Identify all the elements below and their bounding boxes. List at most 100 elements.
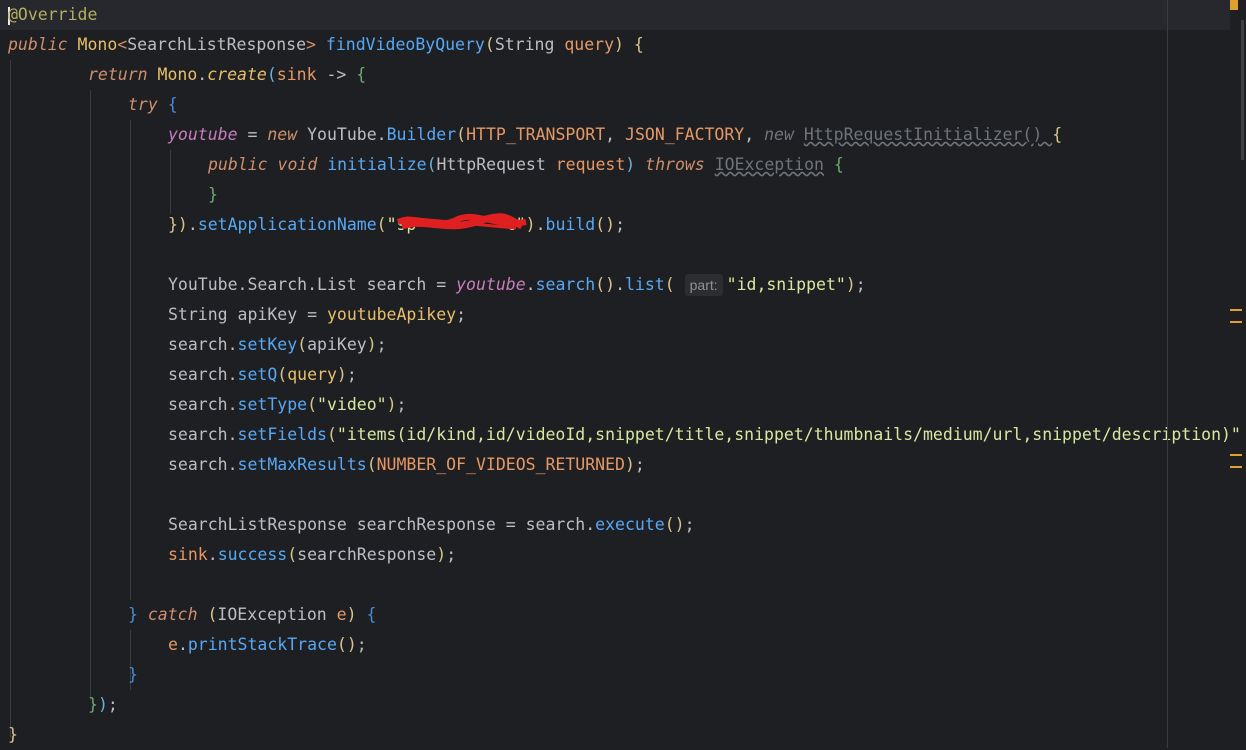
code-token: search. [168, 395, 238, 414]
code-line[interactable]: public Mono<SearchListResponse> findVide… [0, 30, 1230, 60]
code-token: search. [168, 425, 238, 444]
code-line[interactable]: }); [0, 690, 1230, 720]
code-token: setKey [237, 335, 298, 354]
code-token: { [633, 35, 644, 54]
code-token: } [128, 665, 138, 684]
code-token: ( [376, 215, 387, 234]
code-line[interactable]: e.printStackTrace(); [0, 630, 1230, 660]
code-token: searchResponse [297, 545, 437, 564]
code-token: ) [346, 605, 357, 624]
code-line[interactable]: } [0, 660, 1230, 690]
error-stripe-marker[interactable] [1230, 454, 1242, 456]
code-token: "video" [317, 395, 387, 414]
code-token: ( [307, 395, 318, 414]
code-token: } [128, 605, 138, 624]
code-token: ) [386, 395, 397, 414]
code-token: HttpRequest [436, 155, 556, 174]
code-line[interactable]: search.setType("video"); [0, 390, 1230, 420]
code-line[interactable] [0, 240, 1230, 270]
code-line[interactable]: return Mono.create(sink -> { [0, 60, 1230, 90]
code-editor[interactable]: @Override public Mono<SearchListResponse>… [0, 0, 1246, 748]
code-line[interactable]: @Override [0, 0, 1230, 30]
code-line[interactable]: search.setMaxResults(NUMBER_OF_VIDEOS_RE… [0, 450, 1230, 480]
code-line[interactable]: } [0, 180, 1230, 210]
code-token: ; [855, 275, 866, 294]
code-token: { [366, 605, 377, 624]
code-line[interactable]: search.setFields("items(id/kind,id/video… [0, 420, 1241, 450]
code-token: () [664, 515, 685, 534]
code-line[interactable]: } catch (IOException e) { [0, 600, 1230, 630]
code-line[interactable]: public void initialize(HttpRequest reque… [0, 150, 1230, 180]
code-line[interactable]: YouTube.Search.List search = youtube.sea… [0, 270, 1230, 300]
code-token: ( [207, 605, 218, 624]
code-token: request [555, 155, 626, 174]
code-token: ) [366, 335, 377, 354]
code-token: . [615, 275, 625, 294]
code-token: search. [168, 335, 238, 354]
code-token: SearchListResponse [127, 35, 307, 54]
code-token: query [564, 35, 615, 54]
code-line[interactable] [0, 480, 1230, 510]
code-line[interactable]: } [0, 720, 1230, 750]
error-stripe-marker[interactable] [1230, 466, 1242, 468]
code-token: Builder [386, 125, 457, 144]
code-token: public [8, 35, 78, 54]
code-token: "items(id/kind,id/videoId,snippet/title,… [336, 425, 1241, 444]
code-token: ( [266, 65, 277, 84]
code-line[interactable]: SearchListResponse searchResponse = sear… [0, 510, 1230, 540]
right-margin-guide [1167, 0, 1168, 748]
code-line[interactable]: sink.success(searchResponse); [0, 540, 1230, 570]
code-line[interactable] [0, 570, 1230, 600]
code-token: JSON_FACTORY [625, 125, 745, 144]
code-token: . [187, 215, 198, 234]
error-stripe-marker[interactable] [1230, 309, 1242, 311]
code-token: SearchListResponse searchResponse = sear… [168, 515, 596, 534]
code-token: try [128, 95, 168, 114]
code-token: sink [168, 545, 208, 564]
code-token: { [833, 155, 844, 174]
code-token: setApplicationName [197, 215, 377, 234]
code-line[interactable]: search.setQ(query); [0, 360, 1230, 390]
code-token: } [208, 185, 218, 204]
code-line[interactable]: try { [0, 90, 1230, 120]
code-line[interactable]: search.setKey(apiKey); [0, 330, 1230, 360]
code-token: IOException [714, 155, 824, 174]
inspection-status-icon[interactable] [1230, 0, 1238, 10]
code-token: execute [595, 515, 665, 534]
code-token: HTTP_TRANSPORT [466, 125, 606, 144]
code-token: String [494, 35, 565, 54]
code-token: Mono [157, 65, 198, 84]
scrollbar-thumb[interactable] [1241, 20, 1244, 160]
code-token: public void [208, 155, 328, 174]
code-token: , [744, 125, 765, 144]
code-line[interactable]: }).setApplicationName("sp t").build(); [0, 210, 1230, 240]
code-token: setMaxResults [237, 455, 367, 474]
code-token: youtube [168, 125, 238, 144]
code-token: ( [664, 275, 685, 294]
code-token: e [336, 605, 347, 624]
code-token: e [168, 635, 178, 654]
code-line[interactable]: String apiKey = youtubeApikey; [0, 300, 1230, 330]
code-token: { [167, 95, 178, 114]
code-token: String apiKey = [168, 305, 327, 324]
code-token: . [177, 635, 188, 654]
code-token: { [1052, 125, 1063, 144]
code-token: youtube [456, 275, 526, 294]
code-token: -> [316, 65, 357, 84]
code-token: success [217, 545, 288, 564]
code-token: NUMBER_OF_VIDEOS_RETURNED [376, 455, 625, 474]
code-token: @Override [8, 5, 98, 24]
code-line[interactable]: youtube = new YouTube.Builder(HTTP_TRANS… [0, 120, 1230, 150]
code-token: ( [484, 35, 495, 54]
code-token: ) [845, 275, 856, 294]
code-token: sink [276, 65, 317, 84]
code-token: ( [297, 335, 308, 354]
code-token: ( [287, 545, 298, 564]
code-token: . [207, 545, 218, 564]
code-token: . [197, 65, 208, 84]
error-stripe-marker[interactable] [1230, 321, 1242, 323]
code-token: apiKey [307, 335, 367, 354]
